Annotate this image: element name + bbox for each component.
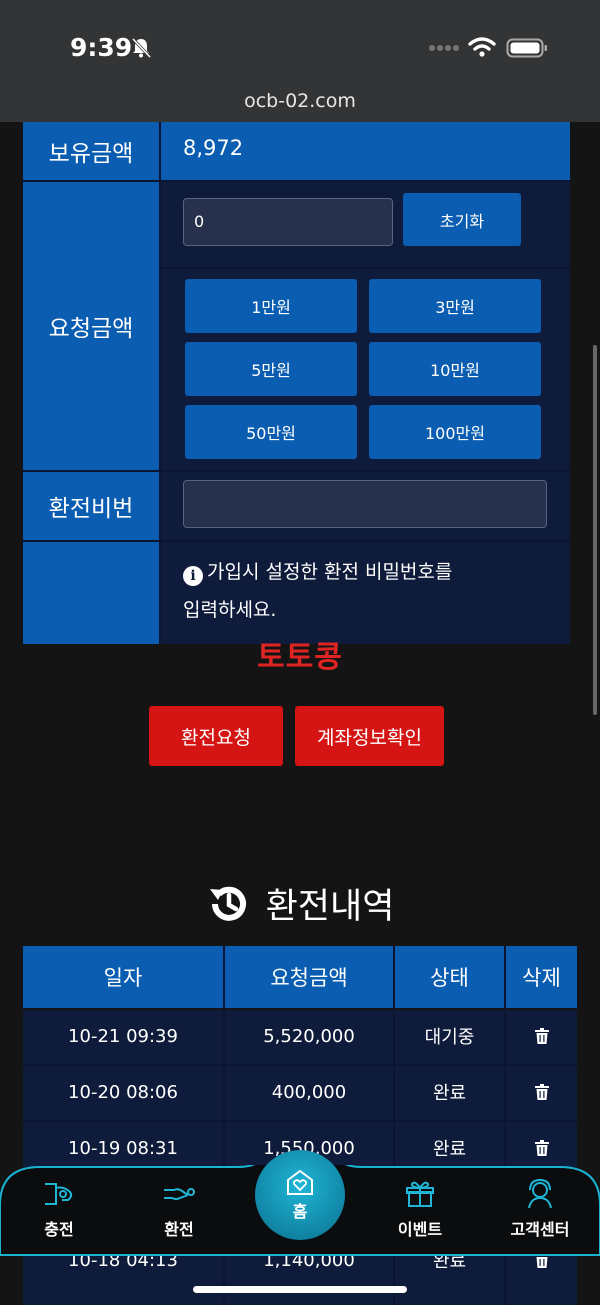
nav-withdraw[interactable]: 환전 <box>139 1178 219 1240</box>
column-header-amount: 요청금액 <box>225 946 393 1008</box>
row-amount: 400,000 <box>271 1081 347 1103</box>
nav-event-label: 이벤트 <box>397 1220 443 1239</box>
clock: 9:39 <box>70 33 133 62</box>
divider <box>161 267 570 269</box>
nav-withdraw-label: 환전 <box>164 1220 194 1239</box>
scrollbar[interactable] <box>593 345 597 715</box>
trash-icon <box>534 1084 549 1100</box>
withdraw-password-label: 환전비번 <box>23 472 159 540</box>
amount-input[interactable]: 0 <box>183 198 393 246</box>
divider <box>23 180 570 182</box>
row-status: 대기중 <box>424 1027 475 1048</box>
quick-amount-500000-button[interactable]: 50만원 <box>185 405 357 459</box>
address-bar-url[interactable]: ocb-02.com <box>0 90 600 112</box>
quick-amount-10000-button[interactable]: 1만원 <box>185 279 357 333</box>
withdraw-request-button[interactable]: 환전요청 <box>149 706 283 766</box>
deposit-icon <box>45 1183 73 1205</box>
row-date: 10-21 09:39 <box>68 1025 178 1047</box>
notice-label-cell <box>23 542 159 644</box>
history-title: 환전내역 <box>265 887 395 927</box>
home-heart-icon <box>287 1169 313 1195</box>
nav-home[interactable]: 홈 <box>255 1150 345 1240</box>
home-indicator <box>193 1286 407 1293</box>
column-header-status: 상태 <box>395 946 504 1008</box>
reset-button[interactable]: 초기화 <box>403 193 521 246</box>
history-heading: 환전내역 <box>0 878 600 929</box>
browser-status-bar: 9:39 ocb-02.com <box>0 0 600 122</box>
nav-deposit[interactable]: 충전 <box>19 1178 99 1240</box>
quick-amount-30000-button[interactable]: 3만원 <box>369 279 541 333</box>
gift-icon <box>406 1181 434 1207</box>
support-headset-icon <box>528 1178 552 1209</box>
delete-button[interactable] <box>506 1065 577 1119</box>
delete-button[interactable] <box>506 1009 577 1063</box>
column-header-delete: 삭제 <box>506 946 577 1008</box>
nav-event[interactable]: 이벤트 <box>380 1178 460 1240</box>
column-divider <box>159 122 161 644</box>
quick-amount-1000000-button[interactable]: 100만원 <box>369 405 541 459</box>
account-info-button[interactable]: 계좌정보확인 <box>295 706 444 766</box>
withdraw-icon <box>164 1188 195 1200</box>
withdraw-form: 보유금액 8,972 요청금액 0 초기화 1만원 3만원 5만원 10만원 5… <box>23 122 570 644</box>
request-amount-label: 요청금액 <box>23 182 159 470</box>
history-icon <box>209 886 246 921</box>
trash-icon <box>534 1028 549 1044</box>
row-amount: 5,520,000 <box>263 1025 355 1047</box>
column-header-date: 일자 <box>23 946 223 1008</box>
wifi-icon <box>468 37 496 57</box>
balance-label: 보유금액 <box>23 122 159 180</box>
withdraw-password-input[interactable] <box>183 480 547 528</box>
trash-icon <box>534 1140 549 1156</box>
nav-support-label: 고객센터 <box>510 1220 570 1239</box>
row-date: 10-20 08:06 <box>68 1081 178 1103</box>
nav-support[interactable]: 고객센터 <box>500 1178 580 1240</box>
quick-amount-50000-button[interactable]: 5만원 <box>185 342 357 396</box>
nav-deposit-label: 충전 <box>44 1220 74 1239</box>
nav-home-label: 홈 <box>292 1202 308 1221</box>
site-watermark: 토토콩 <box>257 640 343 675</box>
notice-line-2: 입력하세요. <box>183 599 277 621</box>
cellular-signal-icon <box>429 45 459 51</box>
row-status: 완료 <box>432 1083 467 1104</box>
bell-muted-icon <box>131 37 152 59</box>
quick-amount-100000-button[interactable]: 10만원 <box>369 342 541 396</box>
info-icon: i <box>183 566 203 586</box>
notice-line-1: 가입시 설정한 환전 비밀번호를 <box>207 561 453 583</box>
balance-value: 8,972 <box>183 136 244 160</box>
battery-icon <box>506 38 547 58</box>
password-notice: i 가입시 설정한 환전 비밀번호를 입력하세요. <box>183 553 553 629</box>
